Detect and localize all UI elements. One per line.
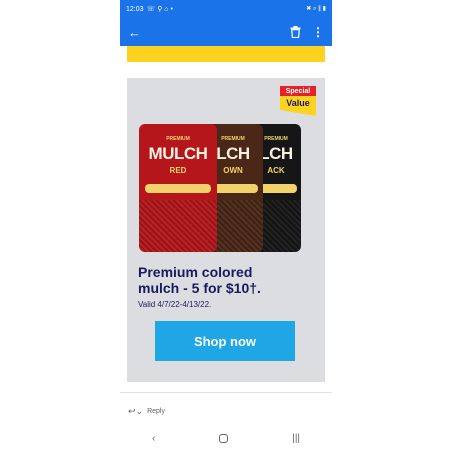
mulch-bag-red: PREMIUM MULCH RED <box>139 124 217 252</box>
nav-back-icon[interactable]: ‹ <box>152 433 155 444</box>
notification-icons: ☏ ⚲ ⌂ • <box>146 6 173 13</box>
bag-word-label: MULCH <box>148 144 208 163</box>
app-bar: ← ⋮ <box>120 18 332 46</box>
badge-tail <box>280 110 316 116</box>
system-nav-bar: ‹ ||| <box>120 428 332 448</box>
reply-label: Reply <box>147 407 165 415</box>
nav-home-icon[interactable] <box>219 433 229 443</box>
phone-screen: 12:03 ☏ ⚲ ⌂ • ✖ ⌕ ∥ ▮ ← ⋮ Special Value <box>120 0 332 450</box>
trash-icon[interactable] <box>288 25 302 39</box>
nav-recents-icon[interactable]: ||| <box>292 433 300 444</box>
bag-ribbon <box>145 184 211 193</box>
mulch-bags-image: PREMIUM MULCH RED PREMIUM LCH OWN PREMIU… <box>139 124 319 254</box>
bag-premium-label: PREMIUM <box>166 136 190 142</box>
shop-now-button[interactable]: Shop now <box>155 321 295 361</box>
promo-headline: Premium colored mulch - 5 for $10†. <box>138 264 318 296</box>
promo-banner-strip <box>127 46 325 62</box>
headline-line-1: Premium colored <box>138 264 253 280</box>
headline-line-2: mulch - 5 for $10†. <box>138 280 261 296</box>
bag-color-label: RED <box>169 166 187 175</box>
special-value-badge: Special Value <box>280 86 316 116</box>
valid-dates-text: Valid 4/7/22-4/13/22. <box>138 300 212 309</box>
promo-ad-card[interactable]: Special Value PREMIUM MULCH RED PREMIUM … <box>127 78 325 382</box>
status-time: 12:03 <box>126 5 144 13</box>
divider <box>120 392 332 393</box>
back-arrow-icon[interactable]: ← <box>128 26 141 39</box>
more-options-icon[interactable]: ⋮ <box>312 26 324 38</box>
bag-mulch-texture <box>139 200 217 252</box>
badge-bottom-text: Value <box>280 96 316 110</box>
status-bar: 12:03 ☏ ⚲ ⌂ • ✖ ⌕ ∥ ▮ <box>120 0 332 18</box>
reply-arrow-icon: ↩︎⌄ <box>128 405 144 416</box>
system-status-icons: ✖ ⌕ ∥ ▮ <box>306 6 326 12</box>
reply-button[interactable]: ↩︎⌄ Reply <box>128 404 165 418</box>
